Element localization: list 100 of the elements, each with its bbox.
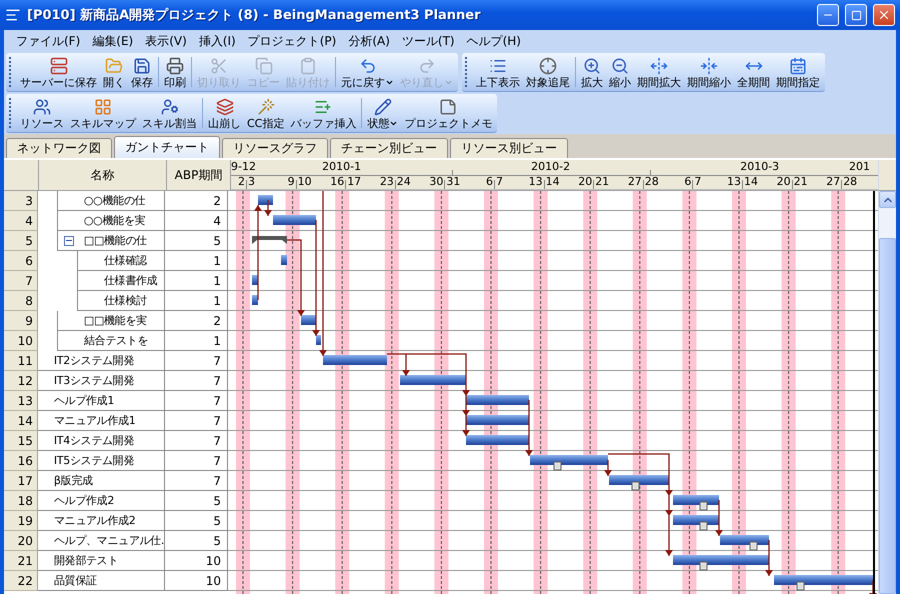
toolbar-button[interactable]: サーバーに保存	[17, 53, 100, 91]
task-bar[interactable]	[466, 395, 529, 405]
task-bar[interactable]	[466, 435, 529, 445]
day-label: 13	[727, 175, 741, 189]
day-label: 27	[826, 175, 840, 189]
toolbar-button[interactable]: 保存	[128, 53, 156, 91]
maximize-button[interactable]	[845, 4, 867, 26]
day-label: 23	[380, 175, 394, 189]
name-cell: ○○機能の仕	[56, 191, 164, 211]
task-bar[interactable]	[530, 455, 608, 465]
toolbar-button[interactable]: 拡大	[578, 53, 606, 91]
task-bar[interactable]	[400, 375, 466, 385]
memo-icon[interactable]	[700, 502, 708, 510]
task-bar[interactable]	[258, 195, 273, 205]
toolbar-button[interactable]: 山崩し	[205, 94, 244, 132]
day-label: 17	[347, 175, 362, 189]
view-tab[interactable]: リソース別ビュー	[450, 138, 568, 158]
task-bar[interactable]	[673, 515, 719, 525]
toolbar-grip[interactable]	[9, 98, 14, 128]
view-tab[interactable]: リソースグラフ	[222, 138, 328, 158]
toolbar-grip[interactable]	[9, 57, 14, 87]
column-header[interactable]: 名称	[39, 160, 167, 190]
menu-item[interactable]: プロジェクト(P)	[242, 32, 342, 50]
toolbar-button[interactable]: プロジェクトメモ	[401, 94, 496, 132]
user-gear-icon	[160, 98, 178, 116]
task-bar[interactable]	[301, 315, 316, 325]
task-bar[interactable]	[673, 495, 719, 505]
name-cell: マニュアル作成2	[38, 511, 164, 531]
menu-item[interactable]: 分析(A)	[342, 32, 396, 50]
menu-item[interactable]: ファイル(F)	[10, 32, 86, 50]
dependency-arrow	[264, 200, 272, 216]
abp-cell: 1	[165, 331, 228, 351]
abp-cell: 1	[165, 271, 228, 291]
row-number: 9	[4, 311, 38, 331]
toolbar-button[interactable]: 期間縮小	[684, 53, 734, 91]
task-bar[interactable]	[252, 295, 258, 305]
task-bar[interactable]	[273, 215, 316, 225]
memo-icon[interactable]	[700, 522, 708, 530]
memo-icon[interactable]	[750, 542, 758, 550]
view-tab[interactable]: ネットワーク図	[6, 138, 112, 158]
day-label: 14	[744, 175, 758, 189]
view-tab[interactable]: ガントチャート	[114, 136, 220, 158]
row-number: 15	[4, 431, 38, 451]
app-icon	[5, 7, 21, 23]
menu-item[interactable]: ヘルプ(H)	[460, 32, 527, 50]
task-bar[interactable]	[281, 255, 287, 265]
task-bar[interactable]	[252, 275, 258, 285]
menu-item[interactable]: ツール(T)	[396, 32, 461, 50]
toolbar-button[interactable]: スキルマップ	[67, 94, 139, 132]
abp-cell: 5	[165, 531, 228, 551]
vertical-scrollbar[interactable]	[878, 191, 896, 594]
toolbar-button[interactable]: リソース	[17, 94, 67, 132]
minimize-button[interactable]	[817, 4, 839, 26]
task-bar[interactable]	[609, 475, 669, 485]
toolbar-button[interactable]: バッファ挿入	[287, 94, 360, 132]
toolbar-button[interactable]: 縮小	[606, 53, 634, 91]
toolbar-button[interactable]: CC指定	[244, 94, 288, 132]
toolbar-button[interactable]: スキル割当	[139, 94, 200, 132]
toolbar-button[interactable]: 期間拡大	[634, 53, 684, 91]
menu-item[interactable]: 表示(V)	[139, 32, 193, 50]
row-number: 13	[4, 391, 38, 411]
row-number: 4	[4, 211, 38, 231]
task-bar[interactable]	[323, 355, 387, 365]
toolbar-button[interactable]: 期間指定	[773, 53, 823, 91]
menu-item[interactable]: 編集(E)	[86, 32, 140, 50]
day-label: 20	[578, 175, 592, 189]
view-tab[interactable]: チェーン別ビュー	[330, 138, 448, 158]
toolbar-button[interactable]: 印刷	[161, 53, 189, 91]
toolbar-button[interactable]: 対象追尾	[523, 53, 573, 91]
memo-icon[interactable]	[554, 462, 562, 470]
memo-icon[interactable]	[632, 482, 640, 490]
name-cell: IT5システム開発	[38, 451, 164, 471]
abp-cell: 2	[165, 311, 228, 331]
scroll-up-button[interactable]	[879, 191, 896, 208]
expand-horizontal-icon	[650, 57, 668, 75]
close-button[interactable]	[873, 4, 895, 26]
day-label: 2	[238, 175, 245, 189]
memo-icon[interactable]	[796, 582, 804, 590]
scroll-thumb[interactable]	[879, 238, 896, 594]
day-label: 27	[628, 175, 642, 189]
task-bar[interactable]	[316, 335, 321, 345]
toolbar-button[interactable]: 全期間	[734, 53, 773, 91]
task-bar[interactable]	[673, 555, 769, 565]
toolbar-grip[interactable]	[465, 57, 470, 87]
toolbar-button[interactable]: 開く	[100, 53, 128, 91]
row-number: 17	[4, 471, 38, 491]
toolbar-button[interactable]: 元に戻す	[338, 53, 397, 91]
undo-icon	[358, 57, 376, 75]
memo-icon[interactable]	[700, 562, 708, 570]
row-number: 6	[4, 251, 38, 271]
task-bar[interactable]	[774, 575, 873, 585]
toolbar-button[interactable]: 上下表示	[473, 53, 523, 91]
toolbar-button[interactable]: 状態	[364, 94, 402, 132]
column-header[interactable]: ABP期間	[167, 160, 231, 190]
task-bar[interactable]	[466, 415, 529, 425]
task-bar[interactable]	[720, 535, 769, 545]
summary-bar[interactable]	[252, 236, 287, 244]
day-label: 13	[528, 175, 543, 189]
menu-item[interactable]: 挿入(I)	[192, 32, 242, 50]
collapse-icon[interactable]	[64, 236, 74, 246]
